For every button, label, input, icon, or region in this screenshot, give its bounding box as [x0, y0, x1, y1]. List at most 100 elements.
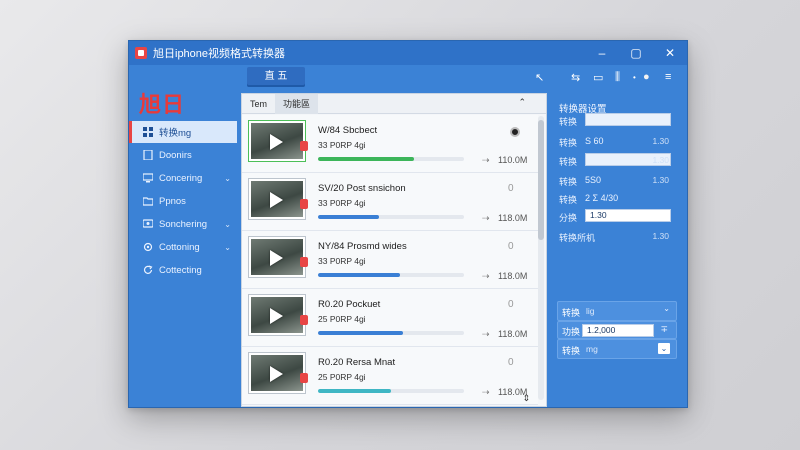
- marker-icon: [300, 257, 308, 267]
- settings-label: 转换: [559, 117, 578, 127]
- file-size: 110.0M: [498, 155, 528, 165]
- settings-input-value: 2 Σ 4/30: [585, 193, 619, 203]
- adjust-icon[interactable]: ∓: [660, 324, 668, 335]
- play-icon[interactable]: [270, 366, 283, 382]
- video-list-item[interactable]: R0.20 Rersa Mnat 25 P0RP 4gi ⇢ 118.0M 0: [242, 347, 538, 405]
- sidebar-item-convert[interactable]: 转换mg: [129, 121, 237, 143]
- video-meta: 33 P0RP 4gi: [318, 198, 366, 208]
- settings-label: 分换: [559, 213, 578, 223]
- columns-icon[interactable]: ⫼: [615, 71, 620, 84]
- transfer-icon: ⇢: [482, 329, 490, 339]
- video-list-item[interactable]: NY/84 Prosmd wides 33 P0RP 4gi ⇢ 118.0M …: [242, 231, 538, 289]
- title-bar: 旭日iphone视频格式转换器 – ▢ ✕: [129, 41, 687, 65]
- settings-row: 转换: [559, 113, 683, 129]
- video-thumbnail[interactable]: [249, 237, 305, 277]
- output-select[interactable]: 转换 mg ⌄: [557, 339, 677, 359]
- settings-value: 1.30: [652, 175, 669, 185]
- video-thumbnail[interactable]: [249, 353, 305, 393]
- sidebar-item-label: Sonchering: [159, 218, 208, 230]
- sidebar-item-cottoning[interactable]: Cottoning ⌄: [129, 236, 241, 258]
- settings-input[interactable]: [585, 113, 671, 126]
- sidebar-item-label: Cottoning: [159, 241, 200, 253]
- video-list-item[interactable]: R0.20 Pockuet 25 P0RP 4gi ⇢ 118.0M 0: [242, 289, 538, 347]
- video-meta: 25 P0RP 4gi: [318, 314, 366, 324]
- sidebar-item-label: Cottecting: [159, 264, 202, 276]
- sidebar-item-sonchering[interactable]: Sonchering ⌄: [129, 213, 241, 235]
- video-meta: 33 P0RP 4gi: [318, 140, 366, 150]
- video-list-item[interactable]: W/84 Sbcbect 33 P0RP 4gi ⇢ 110.0M: [242, 115, 538, 173]
- settings-input[interactable]: 1.30: [585, 209, 671, 222]
- video-thumbnail[interactable]: [249, 179, 305, 219]
- dropdown-toggle-icon[interactable]: ⌄: [658, 343, 670, 354]
- video-title: SV/20 Post snsichon: [318, 183, 406, 194]
- play-icon[interactable]: [270, 192, 283, 208]
- select-value: mg: [586, 344, 598, 354]
- video-meta: 25 P0RP 4gi: [318, 372, 366, 382]
- play-icon[interactable]: [270, 250, 283, 266]
- chevron-down-icon: ⌄: [224, 173, 231, 183]
- maximize-button[interactable]: ▢: [619, 41, 653, 65]
- settings-row: 转换 1.30: [559, 153, 683, 169]
- top-toolbar: 直 五 ↖ ⇆ ▭ ⫼ • ● ≡: [241, 65, 687, 93]
- video-list-item[interactable]: SV/20 Post snsichon 33 P0RP 4gi ⇢ 118.0M…: [242, 173, 538, 231]
- header-item-tem[interactable]: Tem: [242, 94, 275, 114]
- avatar-icon[interactable]: ●: [643, 71, 650, 83]
- list-header: Tem 功能區 ⌃: [242, 93, 546, 114]
- grid-icon: [143, 127, 153, 137]
- select-value: lig: [586, 306, 595, 316]
- sidebar-item-cottecting[interactable]: Cottecting: [129, 259, 241, 281]
- sidebar-item-label: 转换mg: [159, 128, 192, 139]
- close-button[interactable]: ✕: [653, 41, 687, 65]
- settings-panel: 转换器设置 转换 转换 S 60 1.30 转换 1.30 转换 5S0 1.30 转换 2 Σ 4…: [553, 93, 687, 407]
- sidebar-item-label: Concering: [159, 172, 203, 184]
- scroll-down-icon[interactable]: ⇕: [522, 393, 530, 404]
- app-window: 旭日iphone视频格式转换器 – ▢ ✕ 旭日 转换mg Doonirs Co…: [128, 40, 688, 408]
- chevron-up-icon[interactable]: ⌃: [518, 97, 526, 108]
- settings-input-value: 5S0: [585, 175, 602, 185]
- app-logo-icon: [135, 47, 147, 59]
- marker-icon: [300, 373, 308, 383]
- play-icon[interactable]: [270, 134, 283, 150]
- window-title: 旭日iphone视频格式转换器: [153, 48, 286, 60]
- settings-label: 转换: [559, 195, 578, 205]
- format-select[interactable]: 转换 lig ⌄: [557, 301, 677, 321]
- sidebar-item-documents[interactable]: Doonirs: [129, 144, 241, 166]
- video-thumbnail[interactable]: [249, 295, 305, 335]
- play-icon[interactable]: [270, 308, 283, 324]
- monitor-icon: [143, 173, 153, 183]
- dot-icon: •: [633, 73, 636, 82]
- video-thumbnail[interactable]: [249, 121, 305, 161]
- sidebar: 旭日 转换mg Doonirs Concering ⌄ Ppnos Sonche…: [129, 65, 241, 407]
- video-title: W/84 Sbcbect: [318, 125, 378, 136]
- window-icon[interactable]: ▭: [593, 71, 603, 84]
- transfer-icon: ⇢: [482, 271, 490, 281]
- bitrate-field[interactable]: 功换 1.2,000 ∓: [557, 321, 677, 339]
- brand-logo: 旭日: [139, 92, 186, 117]
- scrollbar-thumb[interactable]: [538, 120, 544, 240]
- header-item-function[interactable]: 功能區: [275, 93, 319, 114]
- sidebar-item-ppnos[interactable]: Ppnos: [129, 190, 241, 212]
- select-label: 转换: [562, 308, 581, 318]
- status-count: 0: [508, 357, 514, 368]
- swap-icon[interactable]: ⇆: [571, 71, 580, 84]
- settings-label: 转换: [559, 177, 578, 187]
- marker-icon: [300, 141, 308, 151]
- bitrate-input[interactable]: 1.2,000: [582, 324, 654, 337]
- settings-label: 转换: [559, 138, 578, 148]
- menu-icon[interactable]: ≡: [665, 71, 671, 83]
- window-controls: – ▢ ✕: [585, 41, 687, 65]
- tab-main[interactable]: 直 五: [247, 67, 305, 87]
- sidebar-item-concering[interactable]: Concering ⌄: [129, 167, 241, 189]
- minimize-button[interactable]: –: [585, 41, 619, 65]
- progress-fill: [318, 331, 403, 335]
- settings-label: 转换: [559, 157, 578, 167]
- status-count: 0: [508, 299, 514, 310]
- field-label: 功换: [562, 327, 581, 337]
- settings-row: 转换所机 1.30: [559, 229, 683, 245]
- cursor-icon[interactable]: ↖: [535, 71, 544, 84]
- status-indicator-icon[interactable]: [510, 127, 520, 137]
- video-title: NY/84 Prosmd wides: [318, 241, 407, 252]
- sync-icon: [143, 219, 153, 228]
- progress-bar: [318, 273, 464, 277]
- select-label: 转换: [562, 346, 581, 356]
